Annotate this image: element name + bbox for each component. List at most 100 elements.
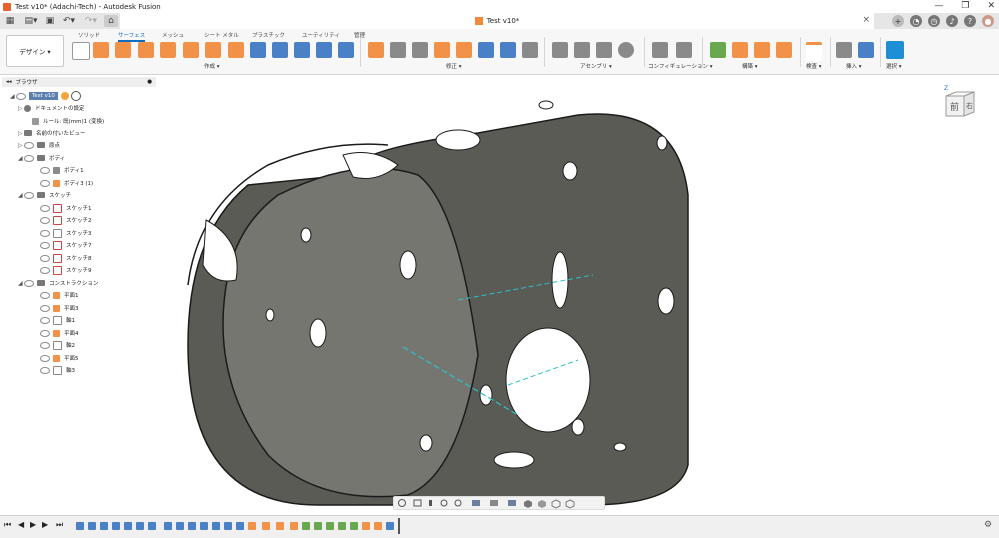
browser-item[interactable]: ◢ スケッチ [18,189,71,201]
browser-item[interactable]: スケッチ1 [40,202,92,214]
insert-derive-icon[interactable] [836,42,852,58]
visibility-icon[interactable] [40,254,50,262]
model-canvas[interactable] [158,75,999,515]
visibility-icon[interactable] [24,141,34,149]
boundary-fill-icon[interactable] [272,42,288,58]
patch-icon[interactable] [183,42,199,58]
timeline-feature[interactable] [386,522,394,530]
pan-icon[interactable] [429,500,432,506]
home-icon[interactable]: ⌂ [104,15,118,27]
timeline-feature[interactable] [374,522,382,530]
visibility-icon[interactable] [40,366,50,374]
timeline-feature[interactable] [302,522,310,530]
timeline-feature[interactable] [188,522,196,530]
minimize-button[interactable]: — [934,0,943,13]
viewports-icon[interactable] [508,500,516,506]
group-construct-label[interactable]: 構築 ▾ [742,62,758,70]
visibility-icon[interactable] [16,92,26,100]
tab-utilities[interactable]: ユーティリティ [302,31,340,39]
shaded-view-icon[interactable] [524,500,532,508]
configure-icon[interactable] [652,42,668,58]
timeline-feature[interactable] [362,522,370,530]
timeline-settings-icon[interactable]: ⚙ [984,520,992,530]
joint-icon[interactable] [574,42,590,58]
visibility-icon[interactable] [40,241,50,249]
browser-item[interactable]: スケッチ2 [40,214,92,226]
extend-icon[interactable] [434,42,450,58]
revolve-icon[interactable] [115,42,131,58]
orbit-icon[interactable] [398,499,406,507]
browser-item[interactable]: ▷ 原点 [18,139,60,151]
collapse-icon[interactable]: ◂◂ [6,79,12,85]
browser-header[interactable]: ◂◂ ブラウザ ● [2,77,156,87]
visibility-icon[interactable] [40,179,50,187]
group-inspect-label[interactable]: 検査 ▾ [806,62,822,70]
visibility-icon[interactable] [40,266,50,274]
visibility-icon[interactable] [24,191,34,199]
hidden-edges-icon[interactable] [565,499,575,509]
redo-icon[interactable]: ↷▾ [82,15,100,27]
stitch-icon[interactable] [456,42,472,58]
visibility-icon[interactable] [40,304,50,312]
offset-icon[interactable] [228,42,244,58]
timeline-feature[interactable] [100,522,108,530]
wireframe-icon[interactable] [551,499,561,509]
midplane-icon[interactable] [776,42,792,58]
timeline-feature[interactable] [112,522,120,530]
group-modify-label[interactable]: 修正 ▾ [446,62,462,70]
visibility-icon[interactable] [40,354,50,362]
notifications-icon[interactable]: ♪ [946,15,958,27]
timeline-feature[interactable] [148,522,156,530]
thicken-icon[interactable] [250,42,266,58]
browser-item[interactable]: ◢ ボディ [18,152,65,164]
visibility-icon[interactable] [40,316,50,324]
mirror-icon[interactable] [316,42,332,58]
timeline-feature[interactable] [350,522,358,530]
visibility-icon[interactable] [40,229,50,237]
browser-item[interactable]: 平面1 [40,289,79,301]
visibility-icon[interactable] [24,279,34,287]
previous-step-icon[interactable]: ◀ [18,520,24,529]
visibility-icon[interactable] [40,329,50,337]
play-icon[interactable]: ▶ [30,520,36,529]
browser-item[interactable]: ▷ ドキュメントの設定 [18,102,85,114]
file-menu-icon[interactable]: ▤▾ [22,15,40,27]
canvas-viewport[interactable] [158,75,999,515]
pin-icon[interactable]: ● [147,79,152,85]
group-insert-label[interactable]: 挿入 ▾ [846,62,862,70]
timeline-feature[interactable] [136,522,144,530]
timeline-feature[interactable] [262,522,270,530]
online-icon[interactable]: ◔ [910,15,922,27]
display-settings-icon[interactable] [472,500,480,506]
visibility-icon[interactable] [40,216,50,224]
tab-mesh[interactable]: メッシュ [162,31,184,39]
timeline-feature[interactable] [290,522,298,530]
browser-item[interactable]: スケッチ7 [40,239,92,251]
visibility-icon[interactable] [40,204,50,212]
browser-item[interactable]: 平面5 [40,352,79,364]
browser-item[interactable]: ボディ1 [40,164,84,176]
timeline-feature[interactable] [212,522,220,530]
view-cube[interactable]: Z 前 右 [940,82,980,132]
press-pull-icon[interactable] [368,42,384,58]
timeline-feature[interactable] [88,522,96,530]
visibility-icon[interactable] [40,291,50,299]
measure-icon[interactable] [806,42,822,61]
last-step-icon[interactable]: ⏭ [56,520,63,530]
grid-icon[interactable]: ▦ [4,15,16,27]
tab-sheet-metal[interactable]: シート メタル [204,31,239,39]
tab-surface[interactable]: サーフェス [118,31,146,42]
timeline-feature[interactable] [248,522,256,530]
fit-icon[interactable] [454,499,462,507]
browser-item[interactable]: ボディ3 (1) [40,177,93,189]
timeline-feature[interactable] [276,522,284,530]
profile-icon[interactable]: ● [982,15,994,27]
document-tab[interactable]: Test v10* × [120,13,874,29]
browser-item[interactable]: ルール: 既(mm)1 (変換) [32,115,104,127]
offset-plane-icon[interactable] [710,42,726,58]
browser-item[interactable]: 軸3 [40,364,75,376]
tab-solid[interactable]: ソリッド [78,31,100,39]
timeline-feature[interactable] [338,522,346,530]
save-icon[interactable]: ▣ [44,15,56,27]
close-window-button[interactable]: ✕ [987,0,995,13]
